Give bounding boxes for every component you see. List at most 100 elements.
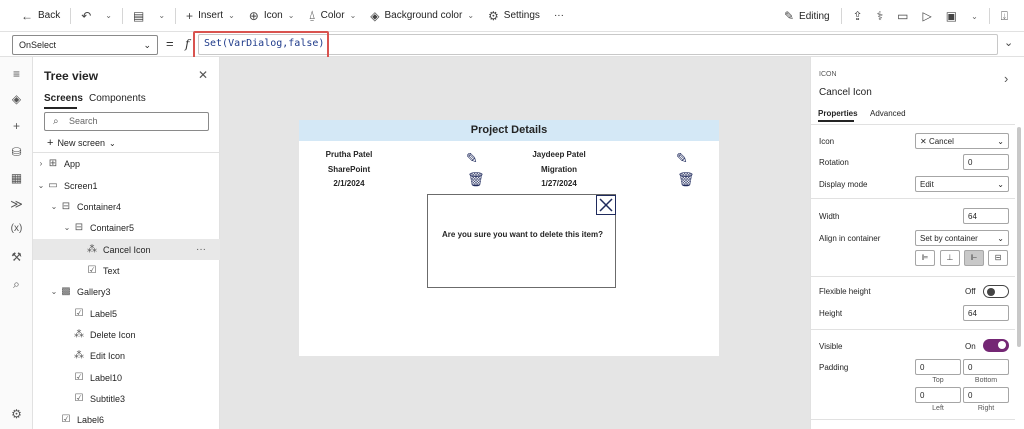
layers-icon[interactable]: ◈: [8, 92, 25, 106]
comments-button[interactable]: ▭: [891, 0, 914, 32]
plus-icon[interactable]: +: [8, 119, 25, 133]
gear-icon: ⚙: [488, 8, 499, 23]
padding-left-caption: Left: [932, 405, 944, 412]
toggle-knob: [987, 287, 995, 296]
cancel-x-icon[interactable]: [596, 195, 616, 215]
visible-state: On: [965, 342, 976, 351]
search-icon[interactable]: ⌕: [8, 277, 25, 292]
label-icon: ☑: [87, 265, 97, 276]
share-button[interactable]: ⇪: [847, 0, 869, 32]
power-automate-icon[interactable]: ≫: [8, 197, 25, 211]
arrow-left-icon: ←: [21, 8, 33, 23]
search-input[interactable]: ⌕ Search: [44, 112, 209, 131]
tab-components[interactable]: Components: [89, 93, 146, 104]
tools-icon[interactable]: ⚒: [8, 250, 25, 264]
undo-icon: ↶: [81, 8, 92, 23]
tree-node-label5[interactable]: ☑ Label5: [33, 303, 220, 324]
icon-control-icon: ⁂: [87, 244, 97, 255]
undo-dropdown[interactable]: ⌄: [98, 0, 119, 32]
tree-node-label10[interactable]: ☑ Label10: [33, 367, 220, 388]
align-stretch-icon[interactable]: ⊟: [988, 250, 1008, 266]
gallery-date: 2/1/2024: [333, 179, 365, 188]
tree-node-text[interactable]: ☑ Text: [33, 260, 220, 281]
media-icon[interactable]: ▦: [8, 171, 25, 185]
color-button[interactable]: ⍙ Color ⌄: [301, 0, 363, 32]
tab-advanced[interactable]: Advanced: [870, 109, 906, 118]
trash-icon[interactable]: 🗑: [677, 171, 695, 188]
play-icon: ▷: [922, 9, 932, 23]
variables-icon[interactable]: (x): [8, 223, 25, 234]
padding-right-input[interactable]: 0: [963, 387, 1009, 403]
padding-left-input[interactable]: 0: [915, 387, 961, 403]
properties-scrollbar[interactable]: [1017, 127, 1021, 347]
gallery-project: Migration: [541, 165, 577, 174]
icon-dropdown[interactable]: ✕ Cancel ⌄: [915, 133, 1009, 149]
equals-icon: =: [166, 36, 174, 51]
property-dropdown[interactable]: OnSelect ⌄: [12, 35, 158, 55]
expand-formula-bar-button[interactable]: ⌄: [1004, 36, 1013, 49]
icon-button[interactable]: ⊕ Icon ⌄: [242, 0, 302, 32]
settings-gear-icon[interactable]: ⚙: [8, 407, 25, 421]
tree-node-delete-icon[interactable]: ⁂ Delete Icon: [33, 324, 220, 345]
width-input[interactable]: 64: [963, 208, 1009, 224]
tab-properties[interactable]: Properties: [818, 109, 858, 118]
insert-button[interactable]: + Insert ⌄: [179, 0, 242, 32]
back-button[interactable]: ← Back: [14, 0, 67, 32]
editing-button[interactable]: ✎ Editing: [778, 0, 836, 32]
save-dropdown[interactable]: ⌄: [965, 0, 984, 32]
padding-top-input[interactable]: 0: [915, 359, 961, 375]
divider: [811, 198, 1015, 199]
undo-button[interactable]: ↶: [74, 0, 98, 32]
trash-icon[interactable]: 🗑: [467, 171, 485, 188]
flexible-height-toggle[interactable]: [983, 285, 1009, 298]
background-color-button[interactable]: ◈ Background color ⌄: [363, 0, 481, 32]
data-icon[interactable]: ⛁: [8, 145, 25, 159]
tree-node-subtitle3[interactable]: ☑ Subtitle3: [33, 388, 220, 409]
align-start-icon[interactable]: ⊫: [915, 250, 935, 266]
tree-node-app[interactable]: › ⊞ App: [33, 153, 220, 174]
stethoscope-icon: ⚕: [876, 9, 884, 23]
gallery-name: Jaydeep Patel: [532, 150, 586, 159]
publish-icon: ⍗: [1000, 8, 1008, 23]
rotation-input[interactable]: 0: [963, 154, 1009, 170]
icon-control-icon: ⁂: [74, 329, 84, 340]
settings-button[interactable]: ⚙ Settings: [481, 0, 547, 32]
chevron-down-icon: ⌄: [997, 137, 1004, 146]
tree-node-cancel-icon[interactable]: ⁂ Cancel Icon ···: [33, 239, 220, 260]
chevron-down-icon: ⌄: [467, 11, 475, 20]
align-dropdown[interactable]: Set by container ⌄: [915, 230, 1009, 246]
hamburger-icon[interactable]: ≡: [8, 67, 25, 81]
height-input[interactable]: 64: [963, 305, 1009, 321]
edit-pencil-icon[interactable]: ✎: [466, 150, 478, 167]
paste-button[interactable]: ▤: [126, 0, 151, 32]
align-end-icon[interactable]: ⊩: [964, 250, 984, 266]
visible-toggle[interactable]: [983, 339, 1009, 352]
chevron-right-icon[interactable]: ›: [1004, 71, 1008, 86]
tree-node-container5[interactable]: ⌄ ⊟ Container5: [33, 217, 220, 238]
gallery-date: 1/27/2024: [541, 179, 577, 188]
tree-node-edit-icon[interactable]: ⁂ Edit Icon: [33, 345, 220, 366]
padding-right-caption: Right: [977, 405, 995, 412]
close-icon[interactable]: ✕: [198, 68, 208, 82]
save-button[interactable]: ▣: [940, 0, 963, 32]
app-checker-button[interactable]: ⚕: [871, 0, 890, 32]
align-center-icon[interactable]: ⊥: [940, 250, 960, 266]
tree-node-label6[interactable]: ☑ Label6: [33, 409, 220, 429]
tree-node-container4[interactable]: ⌄ ⊟ Container4: [33, 196, 220, 217]
paste-dropdown[interactable]: ⌄: [151, 0, 172, 32]
more-options-icon[interactable]: ···: [196, 244, 206, 255]
search-icon: ⌕: [53, 116, 59, 127]
display-mode-dropdown[interactable]: Edit ⌄: [915, 176, 1009, 192]
padding-bottom-input[interactable]: 0: [963, 359, 1009, 375]
edit-pencil-icon[interactable]: ✎: [676, 150, 688, 167]
preview-button[interactable]: ▷: [917, 0, 938, 32]
new-screen-button[interactable]: + New screen ⌄: [47, 137, 116, 149]
toggle-knob: [998, 341, 1006, 349]
tree-node-gallery3[interactable]: ⌄ ▩ Gallery3: [33, 281, 220, 302]
tab-screens[interactable]: Screens: [44, 93, 83, 104]
tree-node-screen1[interactable]: ⌄ ▭ Screen1: [33, 175, 220, 196]
gallery-icon: ▩: [61, 286, 71, 297]
more-button[interactable]: ···: [547, 0, 571, 32]
publish-button[interactable]: ⍗: [995, 0, 1014, 32]
chevron-down-icon: ⌄: [108, 138, 116, 148]
